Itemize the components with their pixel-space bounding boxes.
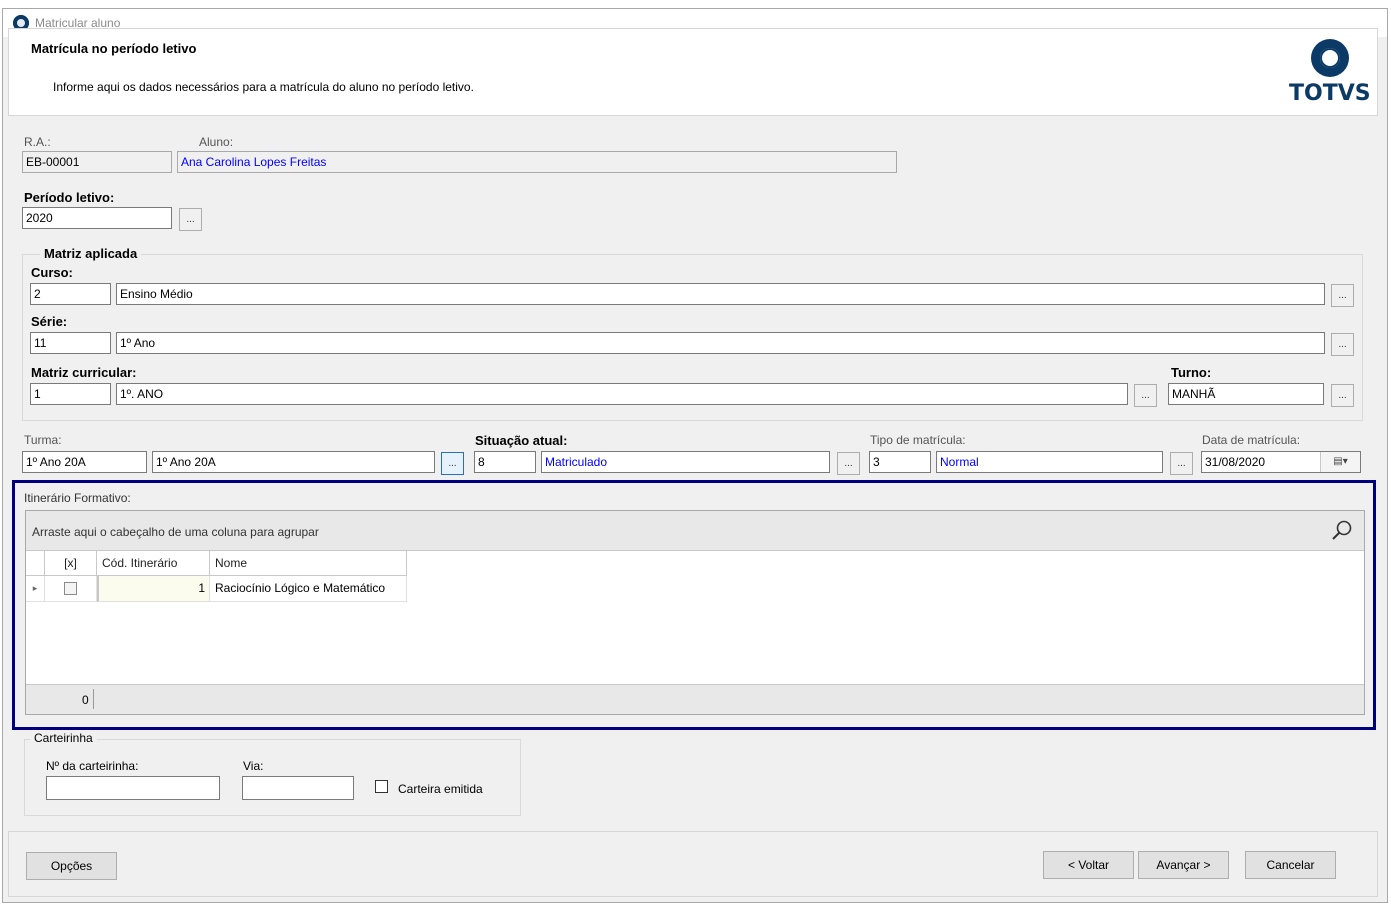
row-indicator[interactable]: ▸: [26, 576, 45, 602]
carteira-emitida-checkbox[interactable]: [375, 780, 388, 793]
turno-field[interactable]: MANHÃ: [1168, 383, 1324, 405]
serie-name-field[interactable]: 1º Ano: [116, 332, 1325, 354]
col-header-codigo[interactable]: Cód. Itinerário: [97, 551, 210, 576]
curso-name-field[interactable]: Ensino Médio: [116, 283, 1325, 305]
turno-lookup-button[interactable]: ...: [1331, 384, 1354, 407]
cancelar-button[interactable]: Cancelar: [1245, 851, 1336, 879]
situacao-lookup-button[interactable]: ...: [837, 452, 860, 475]
col-header-nome[interactable]: Nome: [210, 551, 407, 576]
tipo-lookup-button[interactable]: ...: [1170, 452, 1193, 475]
turma-label: Turma:: [24, 433, 62, 447]
data-matricula-value: 31/08/2020: [1205, 455, 1266, 469]
matriz-group-title: Matriz aplicada: [40, 246, 142, 261]
footer-divider: [93, 689, 94, 709]
situacao-code-field[interactable]: 8: [474, 451, 536, 473]
turma-name-field[interactable]: 1º Ano 20A: [152, 451, 435, 473]
situacao-name-field[interactable]: Matriculado: [541, 451, 830, 473]
row-checkbox[interactable]: [64, 582, 77, 595]
curso-label: Curso:: [31, 265, 73, 280]
totvs-logo-icon: [1311, 39, 1349, 77]
row-nome-cell[interactable]: Raciocínio Lógico e Matemático: [210, 576, 407, 602]
grid-footer-count: 0: [82, 693, 89, 707]
itinerario-grid: Arraste aqui o cabeçalho de uma coluna p…: [25, 510, 1365, 715]
turma-code-field[interactable]: 1º Ano 20A: [22, 451, 147, 473]
group-by-hint: Arraste aqui o cabeçalho de uma coluna p…: [32, 525, 319, 539]
totvs-logo-text: TOTVS: [1289, 81, 1371, 106]
periodo-field[interactable]: 2020: [22, 207, 172, 229]
page-subtitle: Informe aqui os dados necessários para a…: [53, 80, 474, 94]
carteira-emitida-label[interactable]: Carteira emitida: [398, 782, 483, 796]
periodo-label: Período letivo:: [24, 190, 115, 205]
serie-code-field[interactable]: 11: [30, 332, 111, 354]
situacao-label: Situação atual:: [475, 433, 568, 448]
data-matricula-label: Data de matrícula:: [1202, 433, 1301, 447]
col-header-select[interactable]: [x]: [45, 551, 97, 576]
itinerario-panel: Itinerário Formativo: Arraste aqui o cab…: [12, 480, 1376, 730]
curso-code-field[interactable]: 2: [30, 283, 111, 305]
aluno-field[interactable]: Ana Carolina Lopes Freitas: [177, 151, 897, 173]
totvs-logo: TOTVS: [1289, 39, 1371, 111]
data-matricula-field[interactable]: 31/08/2020 ▤▾: [1201, 451, 1361, 473]
carteirinha-group-title: Carteirinha: [30, 731, 97, 745]
serie-lookup-button[interactable]: ...: [1331, 333, 1354, 356]
row-codigo-cell[interactable]: 1: [97, 576, 210, 602]
row-select-cell[interactable]: [45, 576, 97, 602]
voltar-button[interactable]: < Voltar: [1043, 851, 1134, 879]
tipo-code-field[interactable]: 3: [869, 451, 931, 473]
ra-field[interactable]: EB-00001: [22, 151, 172, 173]
ra-label: R.A.:: [24, 135, 51, 149]
calendar-dropdown-icon[interactable]: ▤▾: [1320, 452, 1360, 472]
wizard-header: Matrícula no período letivo Informe aqui…: [8, 28, 1378, 116]
turma-lookup-button[interactable]: ...: [441, 452, 464, 475]
row-indicator-header: [26, 551, 45, 576]
tipo-label: Tipo de matrícula:: [870, 433, 966, 447]
via-field[interactable]: [242, 776, 354, 800]
tipo-name-field[interactable]: Normal: [936, 451, 1163, 473]
periodo-lookup-button[interactable]: ...: [179, 208, 202, 231]
curso-lookup-button[interactable]: ...: [1331, 284, 1354, 307]
turno-label: Turno:: [1171, 365, 1212, 380]
grid-footer: 0: [26, 684, 1364, 714]
opcoes-button[interactable]: Opções: [26, 852, 117, 880]
matriz-lookup-button[interactable]: ...: [1134, 384, 1157, 407]
matriz-name-field[interactable]: 1º. ANO: [116, 383, 1128, 405]
itinerario-label: Itinerário Formativo:: [24, 491, 131, 505]
aluno-label: Aluno:: [199, 135, 234, 149]
serie-label: Série:: [31, 314, 68, 329]
matriz-curricular-label: Matriz curricular:: [31, 365, 137, 380]
numero-carteirinha-label: Nº da carteirinha:: [46, 759, 139, 773]
group-by-panel[interactable]: Arraste aqui o cabeçalho de uma coluna p…: [26, 511, 1364, 551]
page-title: Matrícula no período letivo: [31, 41, 197, 56]
avancar-button[interactable]: Avançar >: [1138, 851, 1229, 879]
search-icon[interactable]: [1330, 519, 1354, 543]
via-label: Via:: [243, 759, 264, 773]
matriz-code-field[interactable]: 1: [30, 383, 111, 405]
numero-carteirinha-field[interactable]: [46, 776, 220, 800]
